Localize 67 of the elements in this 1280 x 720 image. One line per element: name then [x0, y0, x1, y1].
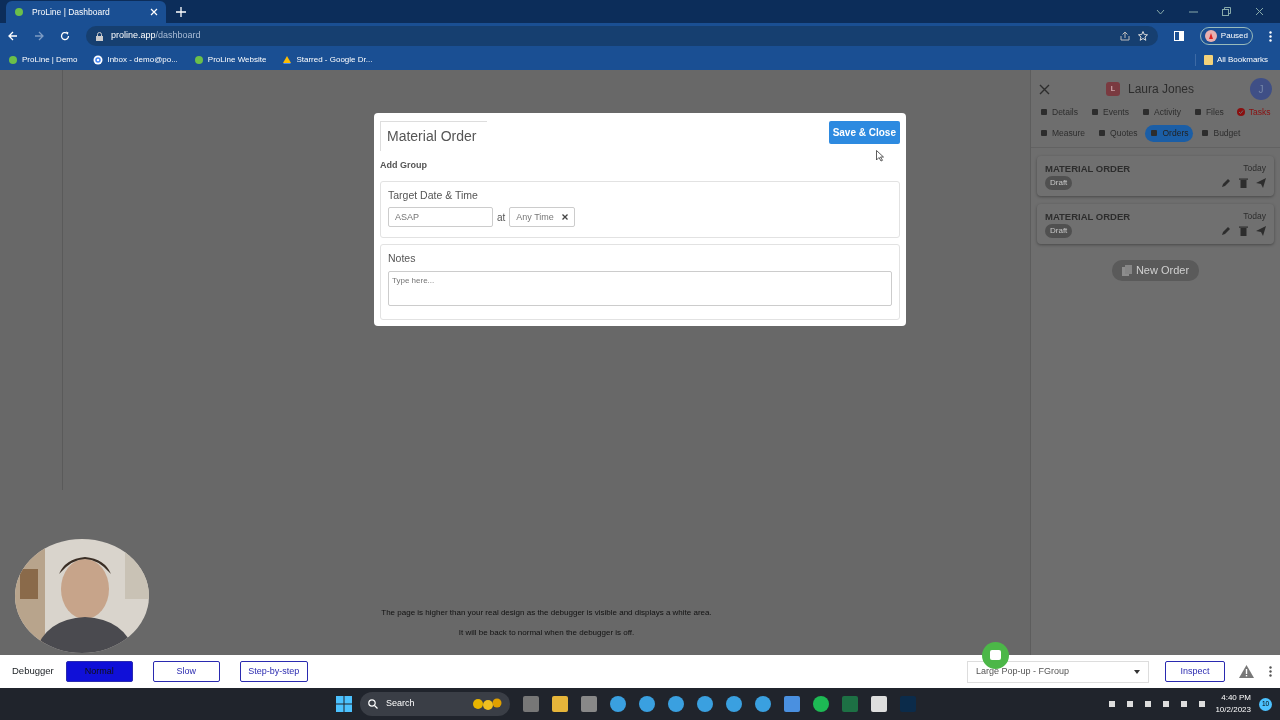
inspect-button[interactable]: Inspect: [1165, 660, 1225, 683]
new-order-button[interactable]: New Order: [1111, 260, 1200, 281]
bookmark-link[interactable]: ProLine | Demo: [8, 53, 78, 66]
clear-icon[interactable]: [561, 214, 568, 221]
caret-icon: [1134, 669, 1140, 674]
notes-field[interactable]: Type here...: [388, 271, 892, 306]
warning-icon[interactable]: [1239, 665, 1254, 678]
bookmark-link[interactable]: Inbox - demo@po...: [93, 53, 178, 66]
pencil-icon[interactable]: [1221, 226, 1231, 236]
avatar-icon: [1204, 30, 1217, 42]
at-label: at: [497, 210, 506, 225]
flowers-icon: [472, 697, 502, 711]
menu-icon[interactable]: [1269, 666, 1272, 677]
url-text: proline.app/dashboard: [111, 29, 202, 43]
back-icon[interactable]: [8, 31, 18, 41]
order-title: MATERIAL ORDER: [1045, 161, 1131, 176]
check-icon: [1236, 108, 1245, 117]
phone-icon: [14, 7, 24, 17]
clock[interactable]: 4:40 PM 10/2/2023: [1215, 692, 1251, 716]
minimize-icon[interactable]: [1189, 10, 1198, 13]
forward-icon[interactable]: [34, 31, 44, 41]
pencil-icon[interactable]: [1221, 177, 1231, 188]
reload-icon[interactable]: [60, 31, 70, 41]
order-title: MATERIAL ORDER: [1045, 209, 1131, 224]
bookmark-link[interactable]: Starred - Google Dr...: [282, 53, 373, 66]
time-field[interactable]: Any Time: [509, 207, 575, 228]
contact-name: Laura Jones: [1127, 81, 1194, 98]
view-select[interactable]: Large Pop-up - FGroup: [967, 660, 1149, 683]
debugger-label: Debugger: [12, 664, 54, 679]
date-field[interactable]: ASAP: [388, 207, 493, 228]
close-icon[interactable]: [1255, 7, 1264, 16]
order-date: Today: [1243, 161, 1266, 175]
document-icon: [1121, 264, 1132, 276]
order-date: Today: [1243, 209, 1266, 223]
browser-tab[interactable]: ProLine | Dashboard: [6, 1, 166, 23]
section-label: Notes: [388, 251, 417, 267]
star-icon[interactable]: [1137, 31, 1148, 41]
trash-icon[interactable]: [1239, 226, 1248, 236]
phone-icon: [193, 54, 204, 65]
send-icon[interactable]: [1256, 226, 1266, 236]
save-close-button[interactable]: Save & Close: [828, 121, 900, 144]
status-pill: Draft: [1045, 175, 1073, 190]
speed-button[interactable]: Slow: [152, 660, 220, 683]
section-label: Target Date & Time: [388, 187, 479, 203]
address-bar[interactable]: proline.app/dashboard: [86, 26, 1158, 46]
cursor-icon: [876, 150, 884, 162]
bookmark-link[interactable]: ProLine Website: [193, 53, 267, 66]
drive-icon: [282, 54, 293, 65]
windows-icon[interactable]: [336, 696, 352, 712]
new-tab-icon[interactable]: [176, 6, 186, 17]
search-field[interactable]: Search: [360, 692, 510, 716]
lock-icon: [96, 31, 103, 41]
sidebar-icon[interactable]: [1173, 31, 1184, 41]
status-pill: Draft: [1045, 224, 1073, 238]
phone-icon: [8, 54, 18, 65]
google-icon: [93, 54, 104, 65]
share-icon[interactable]: [1119, 31, 1130, 41]
send-icon[interactable]: [1256, 177, 1266, 188]
add-group-link[interactable]: Add Group: [380, 159, 900, 173]
menu-icon[interactable]: [1269, 30, 1272, 42]
title-field[interactable]: Material Order: [380, 121, 487, 151]
search-icon: [368, 699, 378, 709]
bookmark-link[interactable]: All Bookmarks: [1194, 53, 1272, 66]
contact-initial: L: [1105, 82, 1120, 96]
speed-button[interactable]: Step-by-step: [239, 660, 308, 683]
restore-icon[interactable]: [1222, 7, 1231, 16]
trash-icon[interactable]: [1239, 177, 1248, 188]
